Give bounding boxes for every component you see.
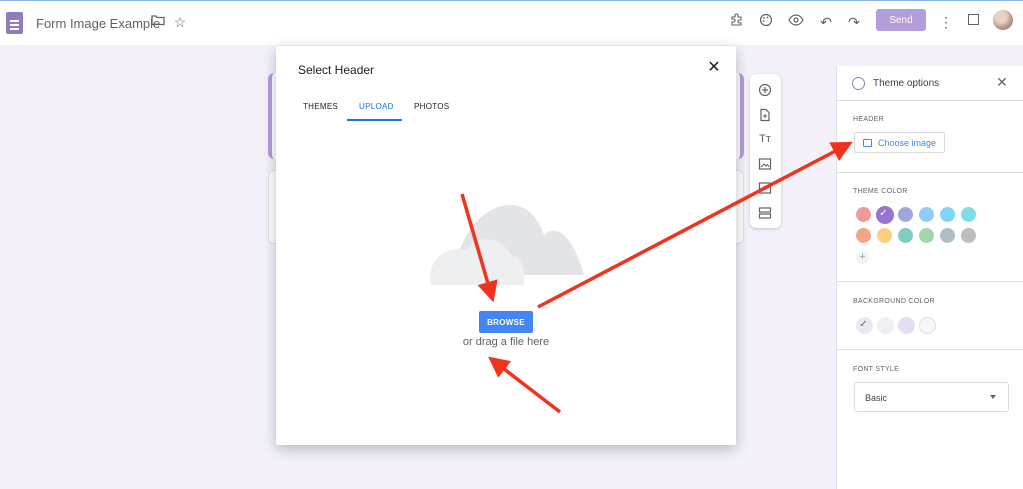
palette-icon [852,77,865,90]
tab-upload[interactable]: UPLOAD [359,102,394,111]
choose-image-label: Choose image [878,138,937,148]
background-color-swatch[interactable] [919,317,936,334]
theme-color-swatch[interactable] [961,207,976,222]
background-color-swatch[interactable] [898,317,915,334]
top-bar: Form Image Example ☆ ↶ ↷ Send ⋮ [0,0,1023,45]
folder-icon[interactable] [149,13,167,31]
question-toolbar: Tт [750,74,781,228]
divider [837,349,1023,350]
dialog-title: Select Header [298,63,375,77]
theme-color-swatch[interactable] [876,206,894,224]
star-icon[interactable]: ☆ [171,13,189,31]
theme-color-swatch[interactable] [898,207,913,222]
chevron-down-icon [990,395,996,399]
image-icon [863,139,872,147]
background-color-swatch[interactable] [856,317,873,334]
header-label: HEADER [853,116,884,123]
add-video-icon[interactable] [758,181,772,195]
theme-color-swatch[interactable] [919,207,934,222]
preview-icon[interactable] [787,13,805,31]
theme-color-swatch[interactable] [856,207,871,222]
theme-color-swatch[interactable] [919,228,934,243]
theme-color-swatch[interactable] [898,228,913,243]
browse-button[interactable]: BROWSE [479,311,533,333]
apps-icon[interactable] [968,14,979,25]
drag-file-hint: or drag a file here [462,336,550,348]
theme-panel-title: Theme options [873,78,940,89]
theme-color-swatch[interactable] [961,228,976,243]
add-image-icon[interactable] [758,157,772,171]
form-title[interactable]: Form Image Example [36,16,160,31]
tab-photos[interactable]: PHOTOS [414,102,449,111]
theme-color-swatch[interactable] [940,207,955,222]
active-tab-indicator [347,119,402,121]
add-custom-color-button[interactable]: + [856,251,869,264]
background-color-swatch[interactable] [877,317,894,334]
cloud-upload-icon [430,205,584,285]
divider [837,281,1023,282]
theme-color-swatch[interactable] [856,228,871,243]
theme-color-swatch[interactable] [940,228,955,243]
theme-options-panel: Theme options ✕ HEADER Choose image THEM… [836,66,1023,489]
font-style-value: Basic [865,393,888,403]
undo-icon[interactable]: ↶ [817,13,835,31]
import-questions-icon[interactable] [758,108,772,122]
background-color-label: BACKGROUND COLOR [853,298,935,305]
forms-logo-icon[interactable] [6,12,23,34]
redo-icon[interactable]: ↷ [845,13,863,31]
theme-color-label: THEME COLOR [853,188,908,195]
send-button[interactable]: Send [876,9,926,31]
add-title-icon[interactable]: Tт [758,132,772,146]
theme-panel-header: Theme options ✕ [837,66,1023,101]
theme-color-swatch[interactable] [877,228,892,243]
palette-icon[interactable] [757,13,775,31]
close-icon[interactable]: ✕ [706,60,722,76]
add-section-icon[interactable] [758,206,772,220]
avatar[interactable] [993,10,1013,30]
more-icon[interactable]: ⋮ [937,13,955,31]
choose-image-button[interactable]: Choose image [854,132,945,153]
close-icon[interactable]: ✕ [995,75,1009,89]
divider [837,172,1023,173]
tab-themes[interactable]: THEMES [303,102,338,111]
select-header-dialog: Select Header ✕ THEMES UPLOAD PHOTOS BRO… [276,46,736,445]
add-question-icon[interactable] [758,83,772,97]
font-style-select[interactable]: Basic [854,382,1009,412]
font-style-label: FONT STYLE [853,366,900,373]
addon-icon[interactable] [728,13,746,31]
